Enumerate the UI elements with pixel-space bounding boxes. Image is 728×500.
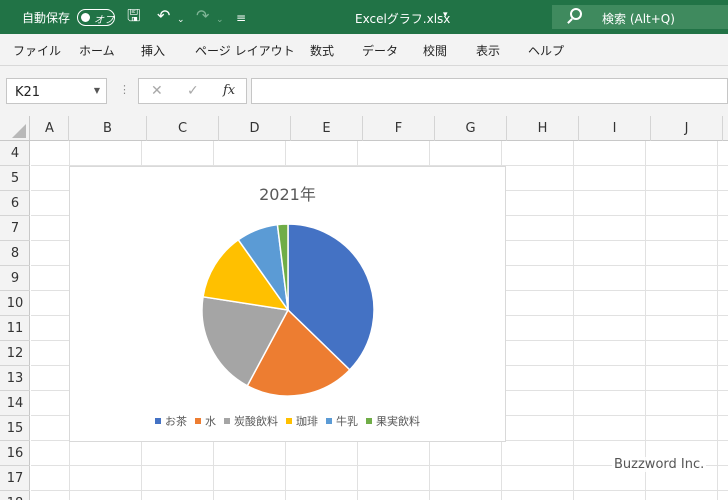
column-header-g[interactable]: G (435, 116, 507, 141)
autosave-label: 自動保存 (22, 11, 71, 25)
column-header-d[interactable]: D (219, 116, 291, 141)
row-header-11[interactable]: 11 (0, 316, 30, 341)
legend-swatch (366, 418, 372, 424)
row-header-5[interactable]: 5 (0, 166, 30, 191)
legend-label: 水 (205, 415, 216, 428)
row-header-4[interactable]: 4 (0, 141, 30, 166)
tab-formulas[interactable]: 数式 (310, 42, 334, 59)
search-placeholder: 検索 (Alt+Q) (602, 12, 675, 26)
chevron-down-icon[interactable]: ▼ (94, 86, 100, 95)
tab-page-layout[interactable]: ページ レイアウト (195, 42, 295, 59)
pie-plot-area[interactable] (70, 167, 507, 443)
more-icon: ⋮ (119, 83, 130, 96)
tab-data[interactable]: データ (362, 42, 398, 59)
enter-icon[interactable]: ✓ (187, 83, 199, 99)
row-header: 4 5 6 7 8 9 10 11 12 13 14 15 16 17 18 (0, 141, 30, 500)
row-header-16[interactable]: 16 (0, 441, 30, 466)
column-header-i[interactable]: I (579, 116, 651, 141)
row-header-12[interactable]: 12 (0, 341, 30, 366)
legend-item[interactable]: 炭酸飲料 (224, 413, 278, 429)
legend-item[interactable]: 果実飲料 (366, 413, 420, 429)
tab-insert[interactable]: 挿入 (141, 42, 165, 59)
search-box[interactable]: 検索 (Alt+Q) (552, 5, 728, 29)
column-header-h[interactable]: H (507, 116, 579, 141)
tab-file[interactable]: ファイル (13, 42, 61, 59)
row-header-7[interactable]: 7 (0, 216, 30, 241)
undo-dropdown-icon[interactable]: ⌄ (177, 11, 185, 29)
legend-label: 珈琲 (296, 415, 318, 428)
undo-icon[interactable]: ↶ (157, 7, 170, 25)
tab-view[interactable]: 表示 (476, 42, 500, 59)
legend-swatch (195, 418, 201, 424)
autosave-toggle[interactable]: オフ (77, 9, 115, 26)
formula-input[interactable] (251, 78, 728, 104)
formula-bar: K21 ▼ ⋮ ✕ ✓ fx (0, 66, 728, 116)
row-header-9[interactable]: 9 (0, 266, 30, 291)
legend-label: お茶 (165, 415, 187, 428)
row-header-6[interactable]: 6 (0, 191, 30, 216)
toggle-label: オフ (94, 15, 114, 26)
row-header-10[interactable]: 10 (0, 291, 30, 316)
row-header-14[interactable]: 14 (0, 391, 30, 416)
select-all-button[interactable] (0, 116, 30, 141)
redo-dropdown-icon[interactable]: ⌄ (216, 11, 224, 29)
row-header-18[interactable]: 18 (0, 491, 30, 500)
legend-swatch (326, 418, 332, 424)
legend-item[interactable]: 珈琲 (286, 413, 318, 429)
legend-item[interactable]: 牛乳 (326, 413, 358, 429)
legend-label: 牛乳 (336, 415, 358, 428)
row-header-17[interactable]: 17 (0, 466, 30, 491)
tab-review[interactable]: 校閲 (423, 42, 447, 59)
name-box-value: K21 (15, 85, 41, 100)
column-header-b[interactable]: B (69, 116, 147, 141)
tab-home[interactable]: ホーム (79, 42, 115, 59)
column-header-f[interactable]: F (363, 116, 435, 141)
row-header-13[interactable]: 13 (0, 366, 30, 391)
chevron-down-icon[interactable]: ▾ (443, 10, 448, 20)
legend-swatch (155, 418, 161, 424)
insert-function-icon[interactable]: fx (223, 83, 235, 98)
legend-item[interactable]: お茶 (155, 413, 187, 429)
legend-swatch (224, 418, 230, 424)
column-header-j[interactable]: J (651, 116, 723, 141)
row-header-8[interactable]: 8 (0, 241, 30, 266)
cancel-icon[interactable]: ✕ (151, 83, 163, 99)
file-name: Excelグラフ.xlsx (355, 12, 451, 26)
watermark: Buzzword Inc. (612, 457, 707, 472)
legend-swatch (286, 418, 292, 424)
toggle-knob (81, 13, 90, 22)
ribbon-tabs: ファイル ホーム 挿入 ページ レイアウト 数式 データ 校閲 表示 ヘルプ (0, 34, 728, 66)
legend-label: 炭酸飲料 (234, 415, 278, 428)
search-icon (570, 8, 582, 20)
pie-chart[interactable]: 2021年 お茶水炭酸飲料 珈琲 牛乳 果実飲料 (69, 166, 506, 442)
legend-item[interactable]: 水 (195, 413, 216, 429)
column-header-e[interactable]: E (291, 116, 363, 141)
tab-help[interactable]: ヘルプ (528, 42, 564, 59)
redo-icon[interactable]: ↷ (196, 7, 209, 25)
row-header-15[interactable]: 15 (0, 416, 30, 441)
legend-label: 果実飲料 (376, 415, 420, 428)
name-box[interactable]: K21 ▼ (6, 78, 107, 104)
save-icon[interactable]: 🖫 (127, 7, 141, 25)
formula-buttons: ✕ ✓ fx (138, 78, 247, 104)
title-bar: 自動保存 オフ 🖫 ↶ ⌄ ↷ ⌄ ≡ Excelグラフ.xlsx ▾ 検索 (… (0, 0, 728, 34)
chart-legend[interactable]: お茶 水 炭酸飲料 珈琲 牛乳 果実飲料 (70, 413, 505, 429)
customize-toolbar-icon[interactable]: ≡ (236, 9, 246, 27)
column-header-c[interactable]: C (147, 116, 219, 141)
column-header-a[interactable]: A (31, 116, 69, 141)
column-header: A B C D E F G H I J (0, 116, 728, 141)
